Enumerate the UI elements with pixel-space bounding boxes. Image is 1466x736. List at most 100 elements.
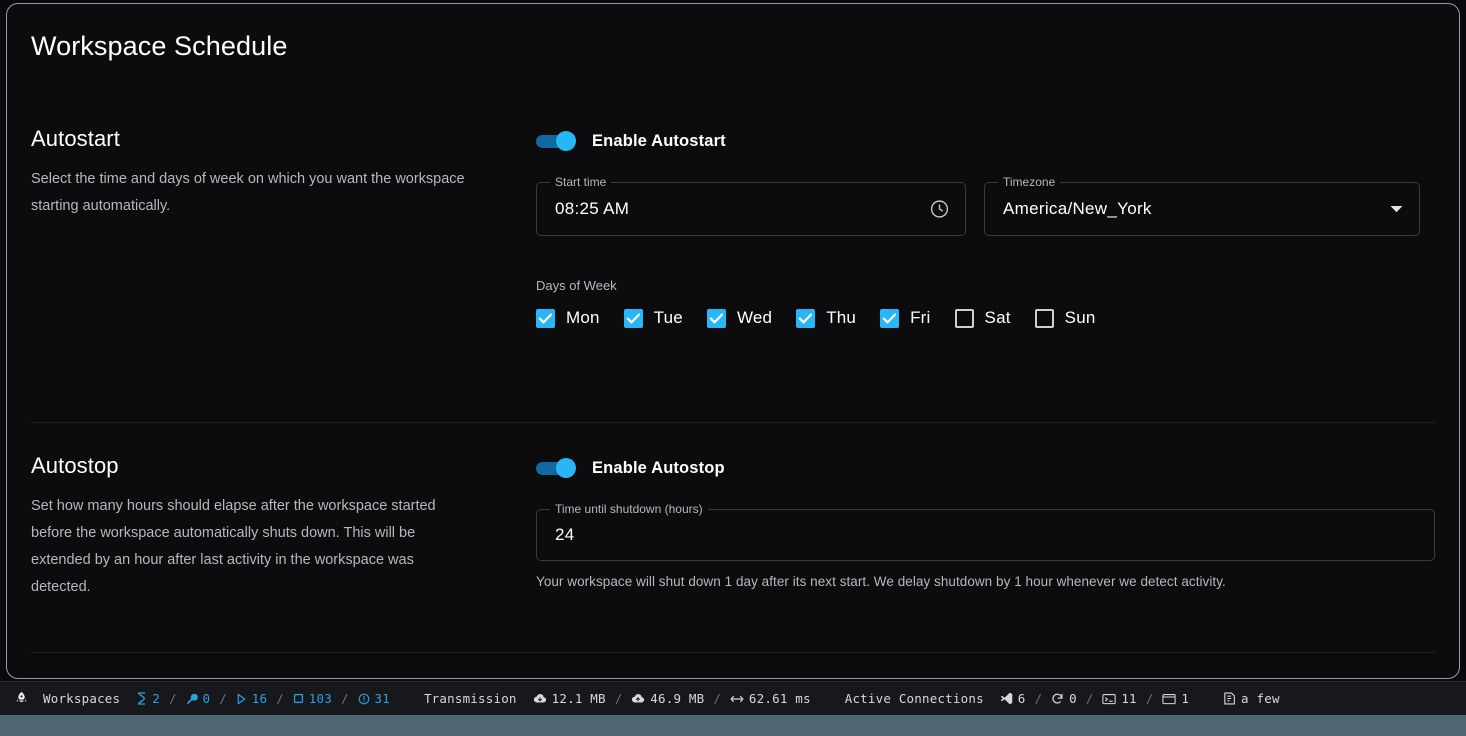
separator: / (219, 691, 227, 706)
checkbox-icon[interactable] (623, 308, 643, 328)
timezone-label: Timezone (998, 175, 1061, 189)
checkbox-icon[interactable] (1034, 308, 1054, 328)
field-outline (536, 509, 1435, 561)
refresh-icon (1224, 692, 1235, 705)
enable-autostart-toggle[interactable] (536, 131, 576, 151)
window-icon (1162, 693, 1176, 704)
cloud-up-icon (632, 694, 645, 703)
stat-value: 16 (251, 691, 268, 706)
section-divider-bottom (31, 652, 1435, 653)
shutdown-hours-input[interactable]: Time until shutdown (hours) 24 (536, 502, 1435, 561)
person-icon (138, 692, 146, 705)
day-label: Wed (736, 308, 773, 327)
bottom-accent-bar (0, 715, 1466, 736)
rocket-icon (14, 691, 29, 706)
day-checkbox-fri[interactable]: Fri (880, 308, 930, 328)
stat-value: 1 (1181, 691, 1190, 706)
autostart-description: Select the time and days of week on whic… (31, 171, 465, 214)
stat-value: 0 (1069, 691, 1077, 706)
start-time-field[interactable]: Start time 08:25 AM (536, 175, 966, 236)
autostart-heading: Autostart (31, 126, 120, 151)
status-refreshed-group: a few (1223, 691, 1280, 706)
days-of-week-list: Mon Tue Wed Thu Fri Sat Sun (536, 308, 1435, 328)
day-label: Mon (566, 308, 600, 327)
connections-label: Active Connections (844, 691, 984, 706)
separator: / (1034, 691, 1043, 706)
stat-connections-vscode[interactable]: 6 (1000, 691, 1026, 706)
workspaces-label: Workspaces (43, 691, 121, 706)
stat-value: 62.61 ms (748, 691, 811, 706)
chevron-down-icon[interactable] (1389, 204, 1404, 214)
status-bar: Workspaces 2 / 0 / 16 / 103 / 31 Transmi… (0, 681, 1466, 715)
stat-value: 31 (374, 691, 390, 706)
autostop-info: Autostop Set how many hours should elaps… (31, 453, 536, 601)
autostart-controls: Enable Autostart Start time 08:25 AM Tim… (536, 126, 1435, 328)
checkbox-icon[interactable] (796, 308, 816, 328)
stat-workspaces-failed[interactable]: 31 (358, 691, 390, 706)
autostart-section: Autostart Select the time and days of we… (31, 126, 1435, 328)
stat-transmission-latency[interactable]: 62.61 ms (730, 691, 811, 706)
day-checkbox-thu[interactable]: Thu (796, 308, 856, 328)
stat-workspaces-stopped[interactable]: 103 (293, 691, 332, 706)
latency-icon (730, 695, 744, 702)
checkbox-icon[interactable] (954, 308, 974, 328)
vscode-icon (1000, 692, 1013, 705)
separator: / (340, 691, 349, 706)
page-title: Workspace Schedule (31, 31, 288, 61)
schedule-panel: Workspace Schedule Autostart Select the … (6, 3, 1460, 679)
play-icon (237, 693, 246, 704)
timezone-select[interactable]: Timezone America/New_York (984, 175, 1420, 236)
start-time-label: Start time (550, 175, 612, 189)
separator: / (169, 691, 177, 706)
checkbox-icon[interactable] (706, 308, 726, 328)
start-time-value: 08:25 AM (555, 199, 630, 218)
shutdown-hours-label: Time until shutdown (hours) (550, 502, 708, 516)
transmission-label: Transmission (423, 691, 517, 706)
checkbox-icon[interactable] (880, 308, 900, 328)
separator: / (713, 691, 721, 706)
section-divider (31, 422, 1435, 423)
day-label: Fri (910, 308, 931, 327)
stat-transmission-up[interactable]: 46.9 MB (631, 691, 704, 706)
enable-autostop-row: Enable Autostop (536, 453, 1435, 483)
stat-value: 46.9 MB (650, 691, 705, 706)
stat-workspaces-started[interactable]: 16 (236, 691, 267, 706)
day-checkbox-sun[interactable]: Sun (1034, 308, 1096, 328)
clock-icon[interactable] (929, 199, 950, 220)
stat-workspaces-building[interactable]: 0 (186, 691, 211, 706)
day-checkbox-wed[interactable]: Wed (706, 308, 773, 328)
stat-value: 2 (152, 691, 160, 706)
autostop-helper-text: Your workspace will shut down 1 day afte… (536, 574, 1226, 589)
days-of-week-group: Days of Week Mon Tue Wed Thu Fri Sat Sun (536, 278, 1435, 328)
stat-transmission-down[interactable]: 12.1 MB (533, 691, 606, 706)
day-label: Sun (1064, 308, 1096, 327)
stop-icon (293, 693, 303, 704)
alert-circle-icon (358, 693, 369, 704)
enable-autostop-label: Enable Autostop (592, 458, 725, 477)
autostop-controls: Enable Autostop Time until shutdown (hou… (536, 453, 1435, 601)
day-checkbox-mon[interactable]: Mon (536, 308, 600, 328)
day-checkbox-tue[interactable]: Tue (623, 308, 683, 328)
stat-connections-jetbrains[interactable]: 0 (1051, 691, 1077, 706)
app-root: Workspace Schedule Autostart Select the … (0, 0, 1466, 736)
enable-autostop-toggle[interactable] (536, 458, 576, 478)
toggle-thumb (556, 458, 576, 478)
stat-workspaces-running[interactable]: 2 (136, 691, 160, 706)
stat-last-refreshed[interactable]: a few (1223, 691, 1280, 706)
stat-value: 11 (1121, 691, 1137, 706)
stat-value: 0 (202, 691, 211, 706)
day-checkbox-sat[interactable]: Sat (954, 308, 1011, 328)
separator: / (1085, 691, 1094, 706)
stat-value: 6 (1017, 691, 1026, 706)
days-of-week-label: Days of Week (536, 278, 617, 293)
separator: / (614, 691, 623, 706)
stat-value: a few (1241, 691, 1280, 706)
stat-connections-window[interactable]: 1 (1162, 691, 1189, 706)
day-label: Tue (653, 308, 683, 327)
enable-autostart-label: Enable Autostart (592, 131, 726, 150)
separator: / (276, 691, 284, 706)
autostart-info: Autostart Select the time and days of we… (31, 126, 536, 328)
separator: / (1145, 691, 1154, 706)
stat-connections-terminal[interactable]: 11 (1102, 691, 1137, 706)
checkbox-icon[interactable] (536, 308, 555, 328)
